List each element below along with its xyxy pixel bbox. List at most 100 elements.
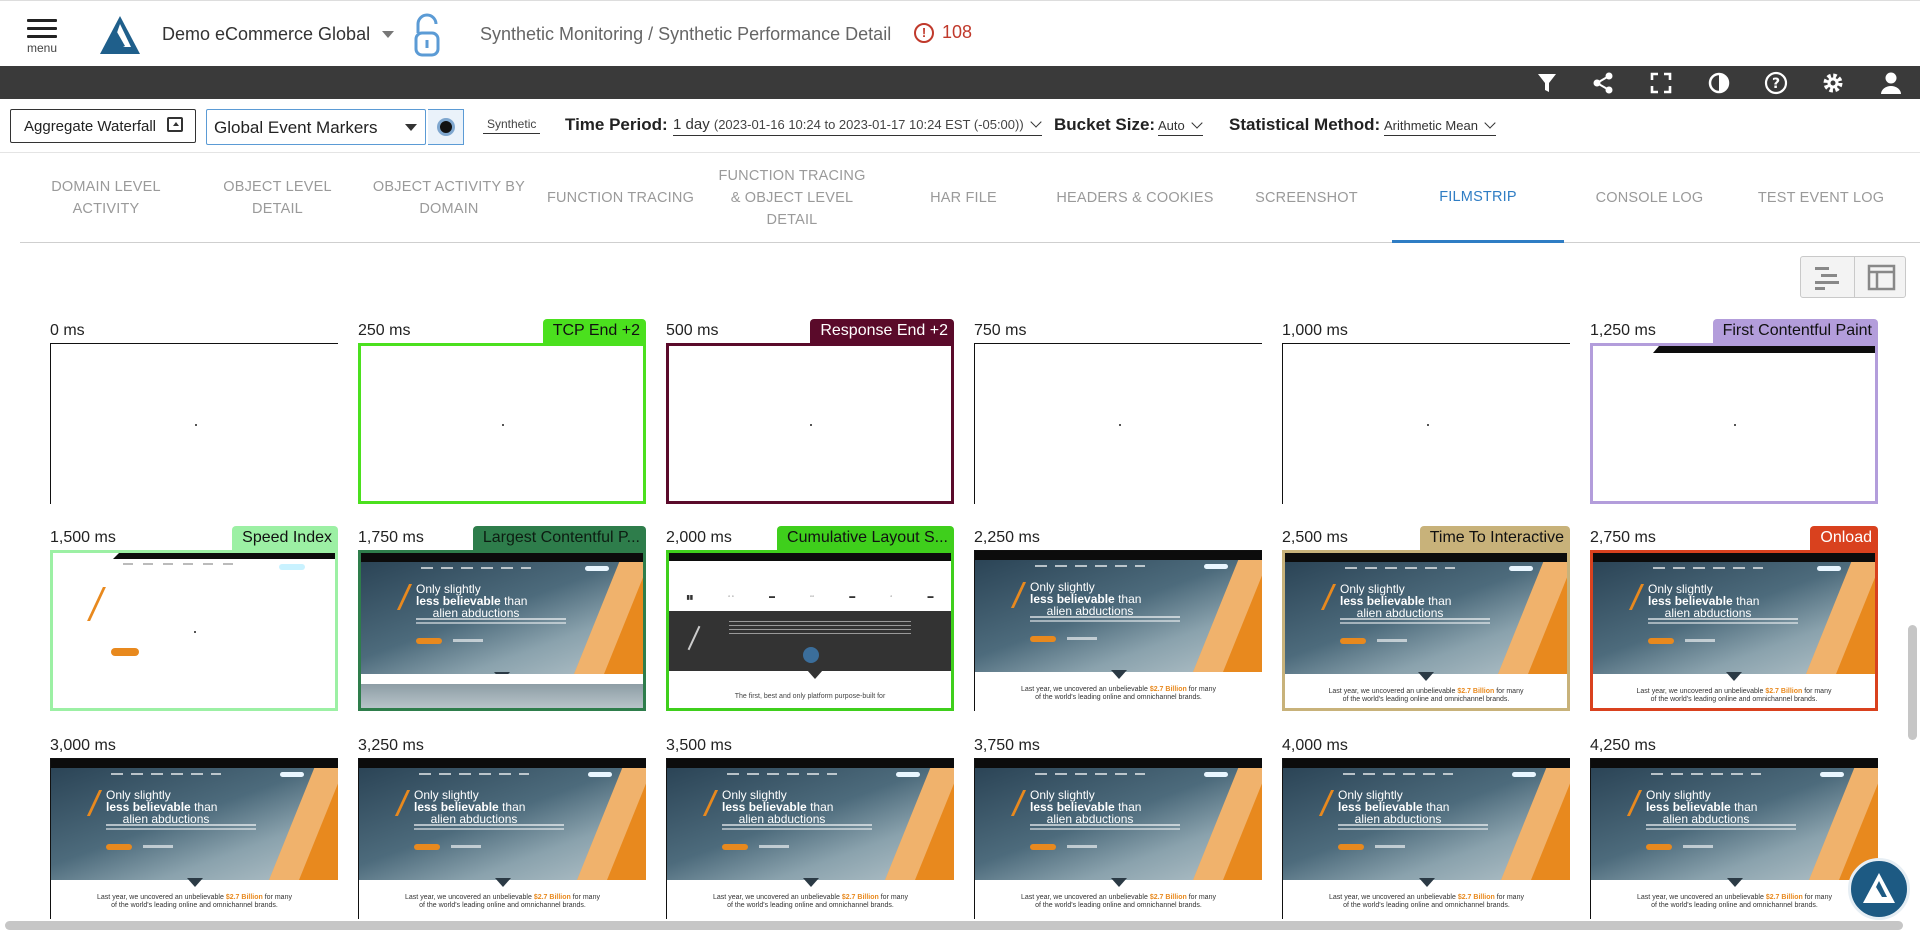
event-marker-badge: Speed Index: [232, 526, 338, 550]
waterfall-view-button[interactable]: [1801, 257, 1854, 297]
tab-object-level-detail[interactable]: OBJECT LEVEL DETAIL: [192, 153, 364, 243]
event-marker-badge: Response End +2: [810, 319, 954, 343]
frame-timestamp: 250 ms: [358, 322, 411, 339]
frame-timestamp: 1,250 ms: [1590, 322, 1656, 339]
time-period-label: Time Period:: [565, 115, 668, 134]
breadcrumb: Synthetic Monitoring / Synthetic Perform…: [480, 24, 892, 44]
action-toolbar: ?: [0, 66, 1920, 99]
aggregate-waterfall-button[interactable]: Aggregate Waterfall: [10, 109, 196, 143]
filter-bar: Aggregate Waterfall Global Event Markers…: [0, 99, 1920, 153]
frame-timestamp: 2,000 ms: [666, 529, 732, 546]
frame-timestamp: 750 ms: [974, 322, 1027, 339]
fullscreen-icon[interactable]: [1648, 70, 1674, 96]
settings-icon[interactable]: [1820, 70, 1846, 96]
frame-screenshot: [974, 343, 1262, 504]
frame-timestamp: 3,750 ms: [974, 737, 1040, 754]
frame-timestamp: 3,000 ms: [50, 737, 116, 754]
bucket-size-value: Auto: [1158, 118, 1185, 133]
frame-screenshot: [1282, 343, 1570, 504]
frame-timestamp: 0 ms: [50, 322, 85, 339]
grid-view-button[interactable]: [1854, 257, 1907, 297]
frame-timestamp: 2,250 ms: [974, 529, 1040, 546]
frame-screenshot: [666, 343, 954, 504]
frame-screenshot: Only slightly less believable than alien …: [1282, 550, 1570, 711]
view-toggle: [1800, 256, 1906, 298]
vertical-scrollbar[interactable]: [1908, 625, 1917, 740]
tab-object-activity-by-domain[interactable]: OBJECT ACTIVITY BY DOMAIN: [363, 153, 535, 243]
company-logo[interactable]: [98, 14, 142, 56]
bucket-size-select[interactable]: Auto: [1158, 117, 1203, 136]
frame-screenshot: Only slightly less believable than alien …: [358, 758, 646, 919]
tab-function-tracing[interactable]: FUNCTION TRACING: [535, 153, 707, 243]
event-marker-badge: TCP End +2: [542, 319, 646, 343]
menu-button[interactable]: menu: [24, 15, 60, 61]
chat-launcher-button[interactable]: [1848, 858, 1910, 920]
event-marker-badge: Largest Contentful P...: [472, 526, 646, 550]
horizontal-scrollbar[interactable]: [5, 921, 1903, 930]
time-period-select[interactable]: 1 day (2023-01-16 10:24 to 2023-01-17 10…: [673, 116, 1042, 136]
layout-icon: [1867, 264, 1896, 291]
frame-timestamp: 4,250 ms: [1590, 737, 1656, 754]
tab-console-log[interactable]: CONSOLE LOG: [1564, 153, 1736, 243]
contrast-icon[interactable]: [1706, 70, 1732, 96]
tab-filmstrip[interactable]: FILMSTRIP: [1392, 153, 1564, 243]
share-icon[interactable]: [1590, 70, 1616, 96]
svg-text:?: ?: [1772, 76, 1780, 92]
frame-screenshot: [50, 343, 338, 504]
tab-function-tracing-object-level-detail[interactable]: FUNCTION TRACING & OBJECT LEVEL DETAIL: [706, 153, 878, 243]
app-switcher-chevron-icon[interactable]: [382, 31, 394, 38]
frame-screenshot: Only slightly less believable than alien …: [1282, 758, 1570, 919]
user-icon[interactable]: [1878, 70, 1904, 96]
marker-dot-icon: [437, 118, 455, 136]
chat-logo-icon: [1863, 873, 1895, 903]
frame-timestamp: 3,250 ms: [358, 737, 424, 754]
event-markers-toggle[interactable]: [428, 109, 464, 145]
tab-headers-cookies[interactable]: HEADERS & COOKIES: [1049, 153, 1221, 243]
detail-tabs: DOMAIN LEVEL ACTIVITY OBJECT LEVEL DETAIL…: [20, 153, 1920, 243]
tab-domain-level-activity[interactable]: DOMAIN LEVEL ACTIVITY: [20, 153, 192, 243]
menu-label: menu: [26, 41, 58, 55]
filter-icon[interactable]: [1534, 70, 1560, 96]
event-markers-select[interactable]: Global Event Markers: [206, 109, 426, 145]
alert-indicator[interactable]: ! 108: [914, 22, 972, 43]
unlock-icon[interactable]: [410, 13, 444, 59]
frame-screenshot: [358, 343, 646, 504]
frame-screenshot: Only slightly less believable than alien …: [50, 758, 338, 919]
tab-test-event-log[interactable]: TEST EVENT LOG: [1735, 153, 1907, 243]
chevron-down-icon: [1030, 116, 1042, 128]
frame-timestamp: 1,500 ms: [50, 529, 116, 546]
frame-screenshot: Only slightly less believable than alien …: [1590, 758, 1878, 919]
alert-icon: !: [914, 23, 934, 43]
frame-timestamp: 1,000 ms: [1282, 322, 1348, 339]
dropdown-caret-icon: [405, 124, 417, 131]
chevron-down-icon: [1191, 117, 1203, 129]
statistical-method-label: Statistical Method:: [1229, 115, 1381, 134]
bucket-size-label: Bucket Size:: [1054, 115, 1156, 134]
app-name[interactable]: Demo eCommerce Global: [162, 24, 370, 45]
export-icon: [167, 117, 183, 132]
help-icon[interactable]: ?: [1763, 70, 1789, 96]
frame-screenshot: Only slightly less believable than alien …: [666, 758, 954, 919]
frame-timestamp: 3,500 ms: [666, 737, 732, 754]
chevron-down-icon: [1484, 117, 1496, 129]
event-marker-badge: Cumulative Layout S...: [777, 526, 954, 550]
tab-screenshot[interactable]: SCREENSHOT: [1221, 153, 1393, 243]
statistical-method-select[interactable]: Arithmetic Mean: [1384, 117, 1496, 136]
frame-screenshot: Only slightly less believable than alien …: [974, 550, 1262, 711]
frame-timestamp: 1,750 ms: [358, 529, 424, 546]
frame-screenshot: ▮▮ ◦ ◦ ▬ ◦◦ ▬ ◦ ▬ The first, best and only plat…: [666, 550, 954, 711]
frame-timestamp: 500 ms: [666, 322, 719, 339]
time-period-value: 1 day: [673, 116, 710, 133]
statistical-method-value: Arithmetic Mean: [1384, 118, 1478, 133]
tab-har-file[interactable]: HAR FILE: [878, 153, 1050, 243]
waterfall-icon: [1815, 267, 1839, 290]
frame-screenshot: Only slightly less believable than alien …: [974, 758, 1262, 919]
hamburger-icon: [27, 19, 57, 38]
event-markers-value: Global Event Markers: [214, 118, 378, 137]
frame-screenshot: Only slightly less believable than alien …: [1590, 550, 1878, 711]
synthetic-tag[interactable]: Synthetic: [483, 117, 541, 134]
event-marker-badge: First Contentful Paint: [1712, 319, 1878, 343]
frame-screenshot: Only slightly less believable than alien …: [358, 550, 646, 711]
frame-timestamp: 4,000 ms: [1282, 737, 1348, 754]
top-header: menu Demo eCommerce Global Synthetic Mon…: [0, 0, 1920, 66]
